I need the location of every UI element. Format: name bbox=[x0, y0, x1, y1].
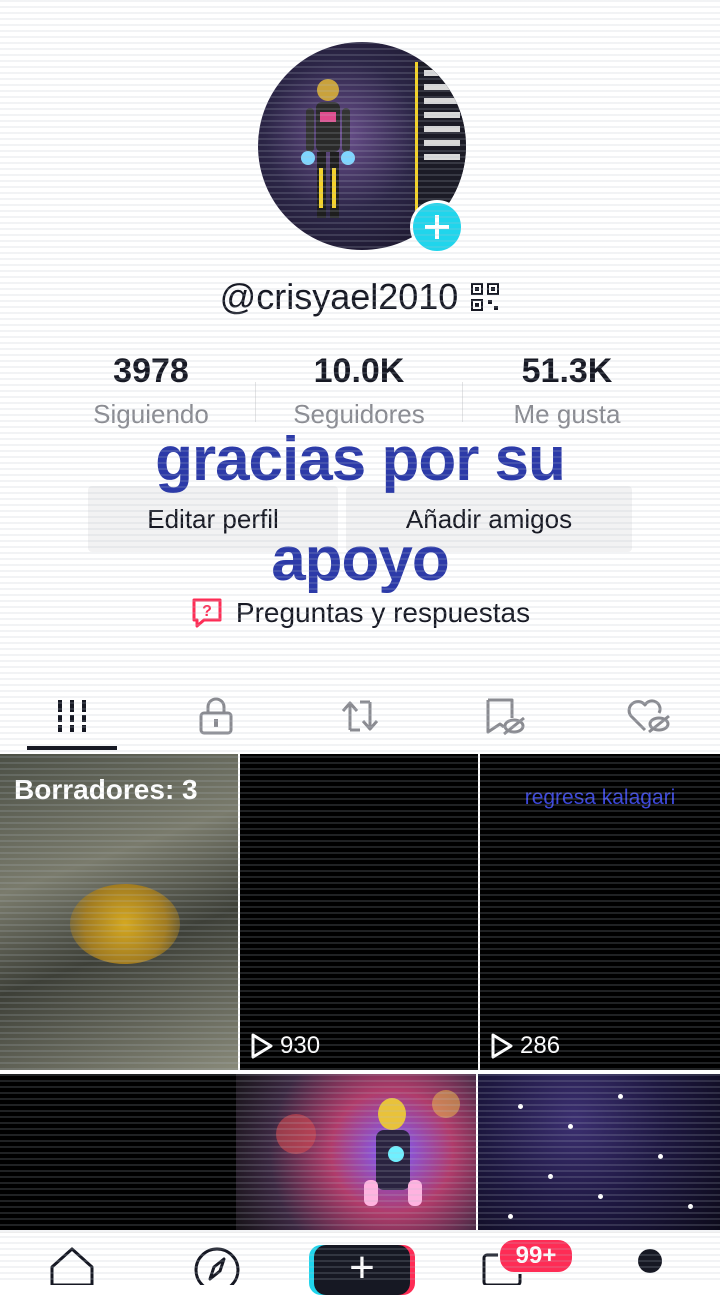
profile-tabs bbox=[0, 680, 720, 752]
grid-icon bbox=[54, 700, 90, 732]
qr-code-icon[interactable] bbox=[470, 282, 500, 312]
inbox-badge: 99+ bbox=[498, 1238, 574, 1274]
overlay-caption-line1: gracias por su bbox=[155, 425, 566, 494]
stat-divider bbox=[462, 382, 463, 422]
overlay-caption-line2: apoyo bbox=[271, 525, 450, 594]
home-icon bbox=[50, 1247, 94, 1287]
nav-home[interactable] bbox=[46, 1245, 98, 1290]
qa-link[interactable]: ? Preguntas y respuestas bbox=[0, 596, 720, 630]
tab-videos[interactable] bbox=[0, 680, 144, 752]
tab-private[interactable] bbox=[144, 680, 288, 752]
nav-profile[interactable] bbox=[628, 1245, 672, 1290]
likes-count: 51.3K bbox=[521, 352, 613, 390]
lock-icon bbox=[199, 697, 233, 735]
svg-text:?: ? bbox=[202, 603, 212, 620]
followers-count: 10.0K bbox=[313, 352, 405, 390]
video-tile[interactable] bbox=[478, 1074, 720, 1230]
plus-icon bbox=[425, 215, 449, 239]
video-grid: Borradores: 3 930 regresa kalagari 286 bbox=[0, 754, 720, 1230]
view-count-value: 286 bbox=[520, 1032, 561, 1059]
compass-icon bbox=[194, 1247, 240, 1293]
drafts-label: Borradores: 3 bbox=[14, 774, 198, 805]
bottom-nav: + bbox=[0, 1232, 720, 1295]
video-tile[interactable]: regresa kalagari 286 bbox=[480, 754, 720, 1070]
view-count-value: 930 bbox=[280, 1032, 321, 1059]
profile-icon bbox=[638, 1249, 662, 1273]
create-button[interactable]: + bbox=[314, 1245, 410, 1295]
plus-icon: + bbox=[349, 1243, 375, 1292]
stat-followers[interactable]: 10.0K Seguidores bbox=[259, 352, 459, 430]
avatar-figure bbox=[301, 79, 355, 218]
video-thumbnail bbox=[276, 1090, 460, 1206]
add-avatar-button[interactable] bbox=[410, 200, 464, 254]
play-icon bbox=[251, 1033, 273, 1059]
video-tile[interactable]: 930 bbox=[240, 754, 478, 1070]
stat-likes[interactable]: 51.3K Me gusta bbox=[467, 352, 667, 430]
video-caption: regresa kalagari bbox=[524, 786, 676, 809]
username-row: @crisyael2010 bbox=[0, 276, 720, 318]
video-tile[interactable] bbox=[0, 1074, 236, 1230]
qa-label: Preguntas y respuestas bbox=[235, 597, 531, 628]
active-tab-indicator bbox=[27, 746, 117, 750]
tab-liked[interactable] bbox=[576, 680, 720, 752]
bookmark-hidden-icon bbox=[486, 698, 525, 736]
tab-saved[interactable] bbox=[432, 680, 576, 752]
username: @crisyael2010 bbox=[219, 276, 459, 317]
draft-thumbnail bbox=[70, 884, 180, 964]
view-count: 930 bbox=[250, 1032, 320, 1060]
video-tile[interactable] bbox=[236, 1074, 476, 1230]
repost-icon bbox=[341, 700, 379, 732]
stat-divider bbox=[255, 382, 256, 422]
heart-hidden-icon bbox=[627, 699, 670, 734]
avatar-game-panel bbox=[415, 62, 466, 222]
question-bubble-icon: ? bbox=[192, 598, 222, 628]
play-icon bbox=[491, 1033, 513, 1059]
following-count: 3978 bbox=[113, 352, 189, 390]
tab-reposts[interactable] bbox=[288, 680, 432, 752]
nav-discover[interactable] bbox=[192, 1245, 242, 1293]
view-count: 286 bbox=[490, 1032, 560, 1060]
drafts-tile[interactable]: Borradores: 3 bbox=[0, 754, 238, 1070]
stat-following[interactable]: 3978 Siguiendo bbox=[51, 352, 251, 430]
